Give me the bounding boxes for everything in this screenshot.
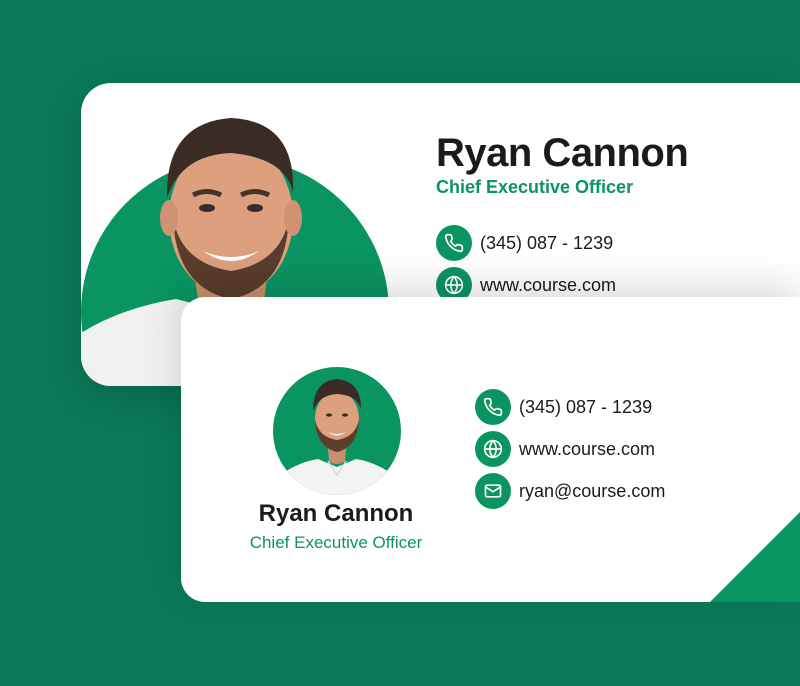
signature-name: Ryan Cannon [258, 500, 414, 527]
contact-phone-row[interactable]: (345) 087 - 1239 [475, 389, 652, 425]
contact-website-row[interactable]: www.course.com [475, 431, 655, 467]
globe-icon [475, 431, 511, 467]
signature-name: Ryan Cannon [436, 131, 689, 175]
signature-job-title: Chief Executive Officer [249, 533, 423, 552]
contact-phone-text: (345) 087 - 1239 [480, 232, 614, 253]
profile-photo-small [273, 379, 401, 495]
avatar [273, 367, 401, 495]
contact-email-text: ryan@course.com [519, 480, 666, 501]
signature-showcase: Ryan Cannon Chief Executive Officer (345… [0, 0, 800, 686]
contact-website-text: www.course.com [480, 274, 617, 295]
front-signature-card: Ryan Cannon Chief Executive Officer (345… [181, 297, 800, 602]
contact-website-text: www.course.com [519, 438, 656, 459]
decorative-corner-shape [680, 482, 800, 602]
contact-email-row[interactable]: ryan@course.com [475, 473, 665, 509]
phone-icon [436, 225, 472, 261]
phone-icon [475, 389, 511, 425]
mail-icon [475, 473, 511, 509]
contact-phone-text: (345) 087 - 1239 [519, 396, 653, 417]
signature-job-title: Chief Executive Officer [436, 177, 634, 197]
contact-phone-row[interactable]: (345) 087 - 1239 [436, 225, 613, 261]
